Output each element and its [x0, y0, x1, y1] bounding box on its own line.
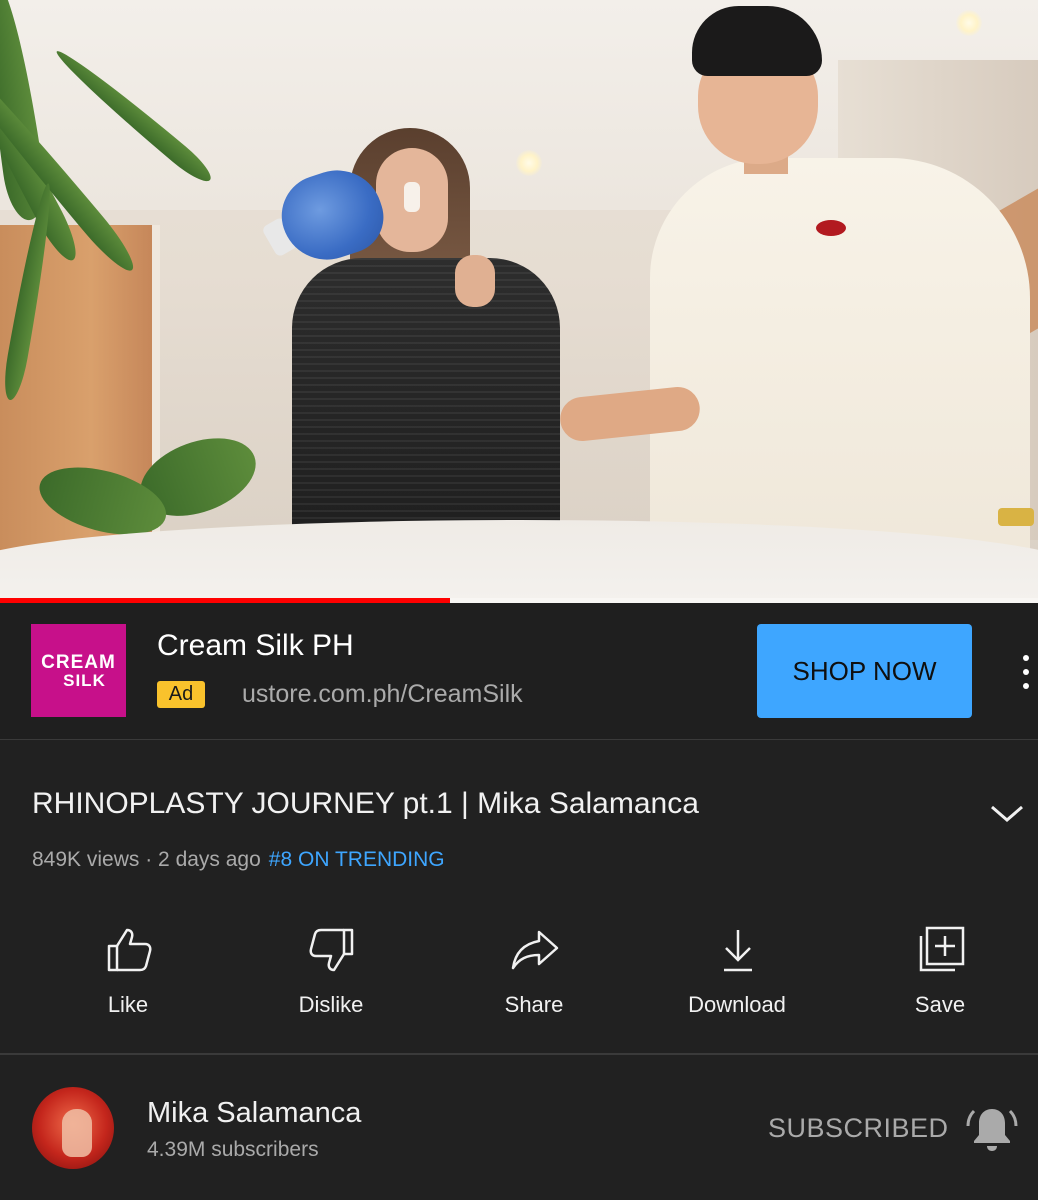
share-label: Share — [504, 992, 564, 1017]
foreground-table — [0, 520, 1038, 603]
ceiling-light — [956, 10, 982, 36]
download-label: Download — [688, 992, 786, 1017]
dislike-button[interactable]: Dislike — [251, 918, 411, 1038]
person-sweater — [292, 258, 560, 540]
person-hand — [455, 255, 495, 307]
like-button[interactable]: Like — [48, 918, 208, 1038]
add-to-playlist-icon — [919, 926, 965, 972]
channel-row[interactable]: Mika Salamanca 4.39M subscribers SUBSCRI… — [0, 1053, 1038, 1200]
trending-link[interactable]: #8 ON TRENDING — [269, 848, 445, 871]
ad-badge: Ad — [157, 681, 205, 708]
video-title[interactable]: RHINOPLASTY JOURNEY pt.1 | Mika Salamanc… — [32, 787, 699, 821]
like-label: Like — [107, 992, 149, 1017]
shirt-rose-emblem — [816, 220, 846, 236]
save-button[interactable]: Save — [860, 918, 1020, 1038]
notification-bell-icon[interactable] — [964, 1101, 1020, 1157]
subscriber-count: 4.39M subscribers — [147, 1138, 319, 1161]
logo-text: CREAM — [41, 651, 116, 673]
wristwatch — [998, 508, 1034, 526]
avatar-figure — [62, 1109, 92, 1157]
save-label: Save — [914, 992, 966, 1017]
dislike-label: Dislike — [298, 992, 364, 1017]
download-icon — [724, 930, 752, 972]
ad-url[interactable]: ustore.com.ph/CreamSilk — [242, 680, 523, 709]
more-vert-icon[interactable] — [1016, 655, 1036, 689]
ad-banner[interactable]: CREAM SILK Cream Silk PH Ad ustore.com.p… — [0, 603, 1038, 740]
share-icon — [511, 930, 559, 970]
subscribed-button[interactable]: SUBSCRIBED — [768, 1113, 949, 1144]
share-button[interactable]: Share — [454, 918, 614, 1038]
channel-name[interactable]: Mika Salamanca — [147, 1097, 361, 1130]
action-bar: Like Dislike Share Download Save — [0, 918, 1038, 1048]
chevron-down-icon[interactable] — [988, 798, 1026, 828]
thumbs-up-icon — [107, 928, 152, 972]
video-metadata: 849K views · 2 days ago #8 ON TRENDING — [32, 848, 445, 872]
advertiser-name[interactable]: Cream Silk PH — [157, 629, 354, 663]
ceiling-light — [516, 150, 542, 176]
advertiser-logo[interactable]: CREAM SILK — [31, 624, 126, 717]
nose-bandage — [404, 182, 420, 212]
logo-text: SILK — [63, 670, 106, 690]
youtube-watch-page: CREAM SILK Cream Silk PH Ad ustore.com.p… — [0, 0, 1038, 1200]
views-and-age: 849K views · 2 days ago — [32, 848, 261, 871]
download-button[interactable]: Download — [657, 918, 817, 1038]
video-player[interactable] — [0, 0, 1038, 603]
thumbs-down-icon — [309, 928, 354, 972]
channel-avatar[interactable] — [32, 1087, 114, 1169]
shop-now-button[interactable]: SHOP NOW — [757, 624, 972, 718]
